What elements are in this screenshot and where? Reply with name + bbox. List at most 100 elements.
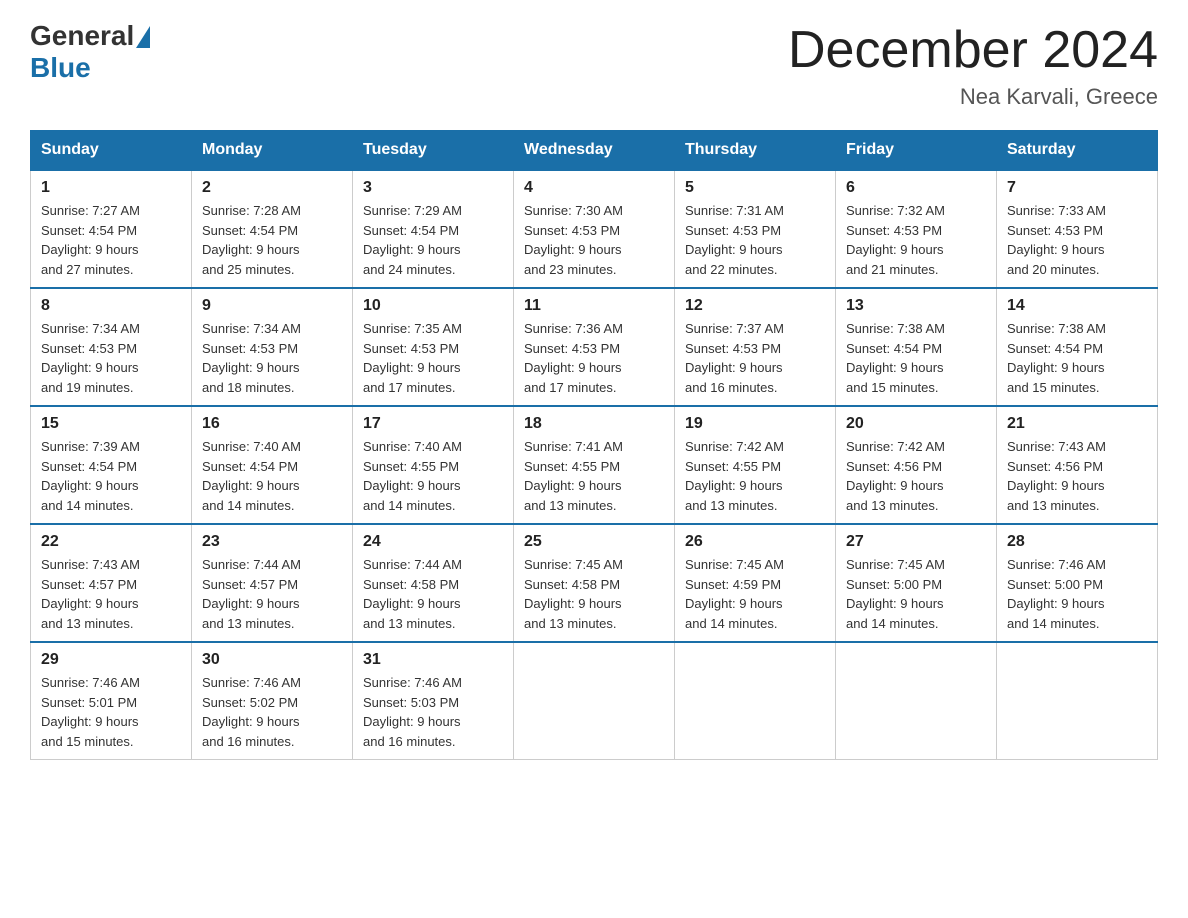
- day-info: Sunrise: 7:28 AMSunset: 4:54 PMDaylight:…: [202, 203, 301, 277]
- day-info: Sunrise: 7:44 AMSunset: 4:58 PMDaylight:…: [363, 557, 462, 631]
- day-number: 8: [41, 297, 181, 315]
- calendar-cell: 28 Sunrise: 7:46 AMSunset: 5:00 PMDaylig…: [997, 524, 1158, 642]
- day-info: Sunrise: 7:45 AMSunset: 4:59 PMDaylight:…: [685, 557, 784, 631]
- logo-blue-text: Blue: [30, 52, 91, 84]
- day-info: Sunrise: 7:44 AMSunset: 4:57 PMDaylight:…: [202, 557, 301, 631]
- calendar-table: SundayMondayTuesdayWednesdayThursdayFrid…: [30, 130, 1158, 760]
- day-number: 6: [846, 179, 986, 197]
- calendar-cell: 3 Sunrise: 7:29 AMSunset: 4:54 PMDayligh…: [353, 170, 514, 288]
- calendar-cell: 11 Sunrise: 7:36 AMSunset: 4:53 PMDaylig…: [514, 288, 675, 406]
- column-header-sunday: Sunday: [31, 131, 192, 171]
- calendar-cell: 13 Sunrise: 7:38 AMSunset: 4:54 PMDaylig…: [836, 288, 997, 406]
- column-header-monday: Monday: [192, 131, 353, 171]
- calendar-cell: 29 Sunrise: 7:46 AMSunset: 5:01 PMDaylig…: [31, 642, 192, 760]
- calendar-cell: 23 Sunrise: 7:44 AMSunset: 4:57 PMDaylig…: [192, 524, 353, 642]
- calendar-cell: 30 Sunrise: 7:46 AMSunset: 5:02 PMDaylig…: [192, 642, 353, 760]
- column-header-friday: Friday: [836, 131, 997, 171]
- day-number: 30: [202, 651, 342, 669]
- calendar-cell: 18 Sunrise: 7:41 AMSunset: 4:55 PMDaylig…: [514, 406, 675, 524]
- calendar-cell: 10 Sunrise: 7:35 AMSunset: 4:53 PMDaylig…: [353, 288, 514, 406]
- day-number: 27: [846, 533, 986, 551]
- calendar-cell: 21 Sunrise: 7:43 AMSunset: 4:56 PMDaylig…: [997, 406, 1158, 524]
- logo-general-text: General: [30, 20, 134, 52]
- day-info: Sunrise: 7:43 AMSunset: 4:56 PMDaylight:…: [1007, 439, 1106, 513]
- calendar-cell: 19 Sunrise: 7:42 AMSunset: 4:55 PMDaylig…: [675, 406, 836, 524]
- day-number: 20: [846, 415, 986, 433]
- day-number: 25: [524, 533, 664, 551]
- day-info: Sunrise: 7:46 AMSunset: 5:01 PMDaylight:…: [41, 675, 140, 749]
- location-text: Nea Karvali, Greece: [788, 84, 1158, 110]
- day-info: Sunrise: 7:45 AMSunset: 5:00 PMDaylight:…: [846, 557, 945, 631]
- day-info: Sunrise: 7:42 AMSunset: 4:56 PMDaylight:…: [846, 439, 945, 513]
- day-info: Sunrise: 7:29 AMSunset: 4:54 PMDaylight:…: [363, 203, 462, 277]
- day-info: Sunrise: 7:42 AMSunset: 4:55 PMDaylight:…: [685, 439, 784, 513]
- day-number: 17: [363, 415, 503, 433]
- day-number: 13: [846, 297, 986, 315]
- day-number: 14: [1007, 297, 1147, 315]
- day-number: 29: [41, 651, 181, 669]
- day-info: Sunrise: 7:39 AMSunset: 4:54 PMDaylight:…: [41, 439, 140, 513]
- day-info: Sunrise: 7:40 AMSunset: 4:54 PMDaylight:…: [202, 439, 301, 513]
- day-number: 12: [685, 297, 825, 315]
- calendar-cell: 24 Sunrise: 7:44 AMSunset: 4:58 PMDaylig…: [353, 524, 514, 642]
- calendar-cell: 15 Sunrise: 7:39 AMSunset: 4:54 PMDaylig…: [31, 406, 192, 524]
- day-number: 2: [202, 179, 342, 197]
- calendar-cell: 14 Sunrise: 7:38 AMSunset: 4:54 PMDaylig…: [997, 288, 1158, 406]
- day-number: 11: [524, 297, 664, 315]
- day-info: Sunrise: 7:33 AMSunset: 4:53 PMDaylight:…: [1007, 203, 1106, 277]
- day-number: 3: [363, 179, 503, 197]
- calendar-cell: 12 Sunrise: 7:37 AMSunset: 4:53 PMDaylig…: [675, 288, 836, 406]
- logo-triangle-icon: [136, 26, 150, 48]
- day-number: 22: [41, 533, 181, 551]
- calendar-cell: 5 Sunrise: 7:31 AMSunset: 4:53 PMDayligh…: [675, 170, 836, 288]
- day-number: 31: [363, 651, 503, 669]
- day-number: 24: [363, 533, 503, 551]
- title-area: December 2024 Nea Karvali, Greece: [788, 20, 1158, 110]
- day-info: Sunrise: 7:36 AMSunset: 4:53 PMDaylight:…: [524, 321, 623, 395]
- day-number: 19: [685, 415, 825, 433]
- calendar-week-row: 15 Sunrise: 7:39 AMSunset: 4:54 PMDaylig…: [31, 406, 1158, 524]
- header: General Blue December 2024 Nea Karvali, …: [30, 20, 1158, 110]
- day-number: 23: [202, 533, 342, 551]
- calendar-cell: 25 Sunrise: 7:45 AMSunset: 4:58 PMDaylig…: [514, 524, 675, 642]
- day-info: Sunrise: 7:46 AMSunset: 5:00 PMDaylight:…: [1007, 557, 1106, 631]
- day-info: Sunrise: 7:38 AMSunset: 4:54 PMDaylight:…: [1007, 321, 1106, 395]
- day-number: 1: [41, 179, 181, 197]
- column-header-thursday: Thursday: [675, 131, 836, 171]
- calendar-week-row: 8 Sunrise: 7:34 AMSunset: 4:53 PMDayligh…: [31, 288, 1158, 406]
- calendar-cell: 1 Sunrise: 7:27 AMSunset: 4:54 PMDayligh…: [31, 170, 192, 288]
- calendar-cell: 26 Sunrise: 7:45 AMSunset: 4:59 PMDaylig…: [675, 524, 836, 642]
- column-header-tuesday: Tuesday: [353, 131, 514, 171]
- day-number: 26: [685, 533, 825, 551]
- calendar-cell: [514, 642, 675, 760]
- calendar-cell: 7 Sunrise: 7:33 AMSunset: 4:53 PMDayligh…: [997, 170, 1158, 288]
- column-header-saturday: Saturday: [997, 131, 1158, 171]
- day-number: 21: [1007, 415, 1147, 433]
- calendar-cell: [997, 642, 1158, 760]
- calendar-cell: 17 Sunrise: 7:40 AMSunset: 4:55 PMDaylig…: [353, 406, 514, 524]
- day-info: Sunrise: 7:46 AMSunset: 5:02 PMDaylight:…: [202, 675, 301, 749]
- day-info: Sunrise: 7:41 AMSunset: 4:55 PMDaylight:…: [524, 439, 623, 513]
- day-info: Sunrise: 7:46 AMSunset: 5:03 PMDaylight:…: [363, 675, 462, 749]
- day-number: 16: [202, 415, 342, 433]
- calendar-cell: 8 Sunrise: 7:34 AMSunset: 4:53 PMDayligh…: [31, 288, 192, 406]
- calendar-cell: 20 Sunrise: 7:42 AMSunset: 4:56 PMDaylig…: [836, 406, 997, 524]
- calendar-week-row: 22 Sunrise: 7:43 AMSunset: 4:57 PMDaylig…: [31, 524, 1158, 642]
- day-number: 5: [685, 179, 825, 197]
- day-info: Sunrise: 7:34 AMSunset: 4:53 PMDaylight:…: [202, 321, 301, 395]
- calendar-cell: [675, 642, 836, 760]
- calendar-cell: 16 Sunrise: 7:40 AMSunset: 4:54 PMDaylig…: [192, 406, 353, 524]
- calendar-cell: 27 Sunrise: 7:45 AMSunset: 5:00 PMDaylig…: [836, 524, 997, 642]
- day-number: 9: [202, 297, 342, 315]
- day-number: 18: [524, 415, 664, 433]
- day-number: 15: [41, 415, 181, 433]
- day-info: Sunrise: 7:43 AMSunset: 4:57 PMDaylight:…: [41, 557, 140, 631]
- calendar-cell: 2 Sunrise: 7:28 AMSunset: 4:54 PMDayligh…: [192, 170, 353, 288]
- day-info: Sunrise: 7:35 AMSunset: 4:53 PMDaylight:…: [363, 321, 462, 395]
- day-info: Sunrise: 7:40 AMSunset: 4:55 PMDaylight:…: [363, 439, 462, 513]
- day-info: Sunrise: 7:38 AMSunset: 4:54 PMDaylight:…: [846, 321, 945, 395]
- calendar-cell: 4 Sunrise: 7:30 AMSunset: 4:53 PMDayligh…: [514, 170, 675, 288]
- day-info: Sunrise: 7:30 AMSunset: 4:53 PMDaylight:…: [524, 203, 623, 277]
- calendar-cell: 31 Sunrise: 7:46 AMSunset: 5:03 PMDaylig…: [353, 642, 514, 760]
- month-title: December 2024: [788, 20, 1158, 80]
